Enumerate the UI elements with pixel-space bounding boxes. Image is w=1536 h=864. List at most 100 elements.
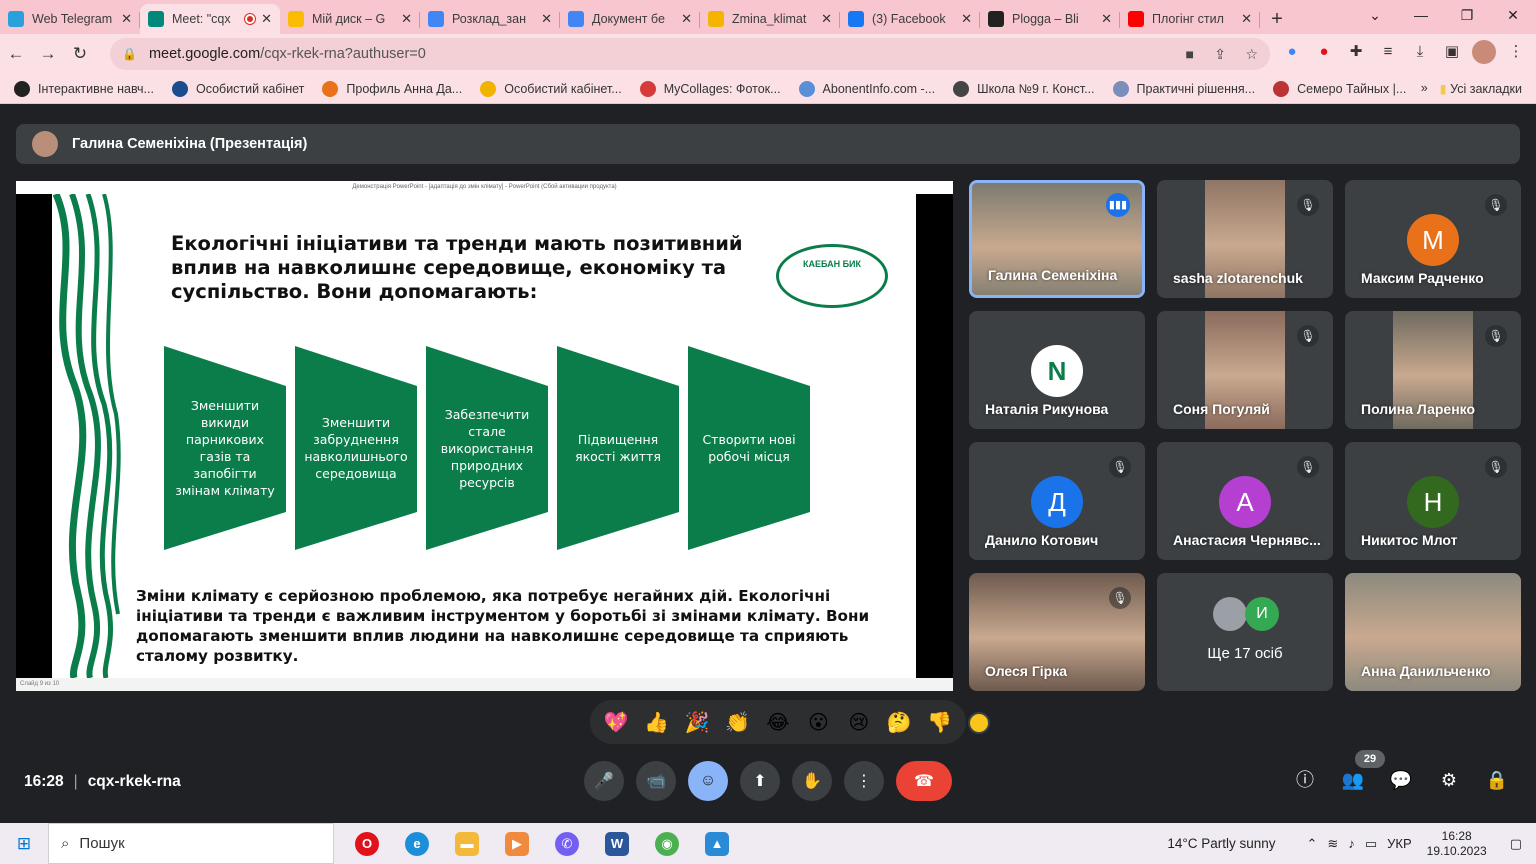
host-controls-button[interactable]: 🔒 <box>1482 765 1512 795</box>
close-tab-icon[interactable]: ✕ <box>961 11 972 27</box>
chat-button[interactable]: 💬 <box>1386 765 1416 795</box>
browser-tab[interactable]: Документ бе ✕ <box>560 4 700 34</box>
participant-tile[interactable]: Д Данило Котович 🎙 <box>969 442 1145 560</box>
participant-tile[interactable]: Н Никитос Млот 🎙 <box>1345 442 1521 560</box>
participant-tile[interactable]: Соня Погуляй 🎙 <box>1157 311 1333 429</box>
leave-call-button[interactable]: ☎ <box>896 761 952 801</box>
browser-tab[interactable]: Розклад_зан ✕ <box>420 4 560 34</box>
lock-icon[interactable]: 🔒 <box>122 47 137 61</box>
close-tab-icon[interactable]: ✕ <box>1241 11 1252 27</box>
reaction-emoji-button[interactable]: 😂 <box>760 710 796 735</box>
reaction-emoji-button[interactable]: 👎 <box>922 710 958 735</box>
bookmark-item[interactable]: Школа №9 г. Конст... <box>953 80 1095 97</box>
taskbar-search[interactable]: ⌕ Пошук <box>48 823 334 864</box>
wifi-icon[interactable]: ≋ <box>1327 836 1338 852</box>
bookmark-item[interactable]: Семеро Тайных |... <box>1273 80 1406 97</box>
reaction-emoji-button[interactable]: 🎉 <box>679 710 715 735</box>
address-bar[interactable]: 🔒 meet.google.com/cqx-rkek-rna?authuser=… <box>110 38 1270 70</box>
reactions-button[interactable]: ☺ <box>688 761 728 801</box>
weather-widget[interactable]: 14°C Partly sunny <box>1167 836 1275 851</box>
close-tab-icon[interactable]: ✕ <box>681 11 692 27</box>
more-options-button[interactable]: ⋮ <box>844 761 884 801</box>
taskbar-clock[interactable]: 16:28 19.10.2023 <box>1427 829 1487 859</box>
notifications-icon[interactable]: ▢ <box>1510 836 1522 852</box>
participant-tile[interactable]: Полина Ларенко 🎙 <box>1345 311 1521 429</box>
reaction-emoji-button[interactable]: 🤔 <box>881 710 917 735</box>
download-icon[interactable]: ⤓ <box>1408 40 1432 64</box>
reaction-emoji-button[interactable]: 💖 <box>598 710 634 735</box>
browser-tab[interactable]: (3) Facebook ✕ <box>840 4 980 34</box>
browser-tab[interactable]: Meet: "cqx ✕ <box>140 4 280 34</box>
participant-tile[interactable]: N Наталія Рикунова <box>969 311 1145 429</box>
close-tab-icon[interactable]: ✕ <box>541 11 552 27</box>
close-tab-icon[interactable]: ✕ <box>121 11 132 27</box>
bookmark-item[interactable]: Особистий кабінет... <box>480 80 622 97</box>
skin-tone-button[interactable] <box>968 712 990 734</box>
bookmarks-more-button[interactable]: » <box>1421 81 1428 96</box>
close-tab-icon[interactable]: ✕ <box>821 11 832 27</box>
participant-tile[interactable]: И Ще 17 осіб <box>1157 573 1333 691</box>
camera-icon[interactable]: ■ <box>1186 46 1194 62</box>
opera-app-icon[interactable]: O <box>348 825 386 863</box>
minimize-button[interactable]: — <box>1398 0 1444 30</box>
restore-button[interactable]: ❐ <box>1444 0 1490 30</box>
app-icon[interactable]: ▶ <box>498 825 536 863</box>
tray-up-arrow-icon[interactable]: ⌃ <box>1307 836 1318 852</box>
camera-button[interactable]: 📹 <box>636 761 676 801</box>
word-app-icon[interactable]: W <box>598 825 636 863</box>
all-bookmarks-button[interactable]: ▮ Усі закладки <box>1440 81 1522 96</box>
close-tab-icon[interactable]: ✕ <box>1101 11 1112 27</box>
activities-button[interactable]: ⚙ <box>1434 765 1464 795</box>
people-button[interactable]: 👥 <box>1338 765 1368 795</box>
present-button[interactable]: ⬆ <box>740 761 780 801</box>
sidepanel-icon[interactable]: ▣ <box>1440 40 1464 64</box>
share-icon[interactable]: ⇪ <box>1214 46 1226 63</box>
media-icon[interactable]: ≡ <box>1376 40 1400 64</box>
reaction-emoji-button[interactable]: 👏 <box>720 710 756 735</box>
reload-button[interactable]: ↻ <box>64 44 96 64</box>
bookmark-item[interactable]: Профиль Анна Да... <box>322 80 462 97</box>
participant-tile[interactable]: Анна Данильченко <box>1345 573 1521 691</box>
reaction-emoji-button[interactable]: 😢 <box>841 710 877 735</box>
file-explorer-icon[interactable]: ▬ <box>448 825 486 863</box>
extension-icon[interactable]: ● <box>1280 40 1304 64</box>
participant-tile[interactable]: Олеся Гірка 🎙 <box>969 573 1145 691</box>
participant-tile[interactable]: Галина Семеніхіна ▮▮▮ <box>969 180 1145 298</box>
start-button[interactable]: ⊞ <box>0 823 48 864</box>
new-tab-button[interactable]: + <box>1260 4 1294 34</box>
participant-tile[interactable]: А Анастасия Чернявс... 🎙 <box>1157 442 1333 560</box>
menu-icon[interactable]: ⋮ <box>1504 40 1528 64</box>
opera-extension-icon[interactable]: ● <box>1312 40 1336 64</box>
participant-tile[interactable]: М Максим Радченко 🎙 <box>1345 180 1521 298</box>
browser-tab[interactable]: Мій диск – G ✕ <box>280 4 420 34</box>
profile-avatar[interactable] <box>1472 40 1496 64</box>
viber-app-icon[interactable]: ✆ <box>548 825 586 863</box>
back-button[interactable]: ← <box>0 44 32 64</box>
bookmark-item[interactable]: Особистий кабінет <box>171 80 304 97</box>
bookmark-star-icon[interactable]: ☆ <box>1245 46 1258 63</box>
puzzle-icon[interactable]: ✚ <box>1344 40 1368 64</box>
reaction-emoji-button[interactable]: 👍 <box>639 710 675 735</box>
language-indicator[interactable]: УКР <box>1387 836 1412 851</box>
close-tab-icon[interactable]: ✕ <box>401 11 412 27</box>
bookmark-item[interactable]: Практичні рішення... <box>1112 80 1255 97</box>
close-tab-icon[interactable]: ✕ <box>261 11 272 27</box>
browser-tab[interactable]: Zmina_klimat ✕ <box>700 4 840 34</box>
edge-app-icon[interactable]: e <box>398 825 436 863</box>
microphone-button[interactable]: 🎤 <box>584 761 624 801</box>
browser-tab[interactable]: Плогінг стил ✕ <box>1120 4 1260 34</box>
browser-tab[interactable]: Plogga – Bli ✕ <box>980 4 1120 34</box>
volume-icon[interactable]: ♪ <box>1348 836 1355 851</box>
close-window-button[interactable]: ✕ <box>1490 0 1536 30</box>
browser-tab[interactable]: Web Telegram ✕ <box>0 4 140 34</box>
raise-hand-button[interactable]: ✋ <box>792 761 832 801</box>
forward-button[interactable]: → <box>32 44 64 64</box>
reaction-emoji-button[interactable]: 😮 <box>800 710 836 735</box>
battery-icon[interactable]: ▭ <box>1365 836 1377 852</box>
bookmark-item[interactable]: MyCollages: Фоток... <box>639 80 781 97</box>
photos-app-icon[interactable]: ▲ <box>698 825 736 863</box>
chrome-app-icon[interactable]: ◉ <box>648 825 686 863</box>
tab-search-icon[interactable]: ⌄ <box>1352 0 1398 30</box>
participant-tile[interactable]: sasha zlotarenchuk 🎙 <box>1157 180 1333 298</box>
bookmark-item[interactable]: AbonentInfo.com -... <box>798 80 935 97</box>
